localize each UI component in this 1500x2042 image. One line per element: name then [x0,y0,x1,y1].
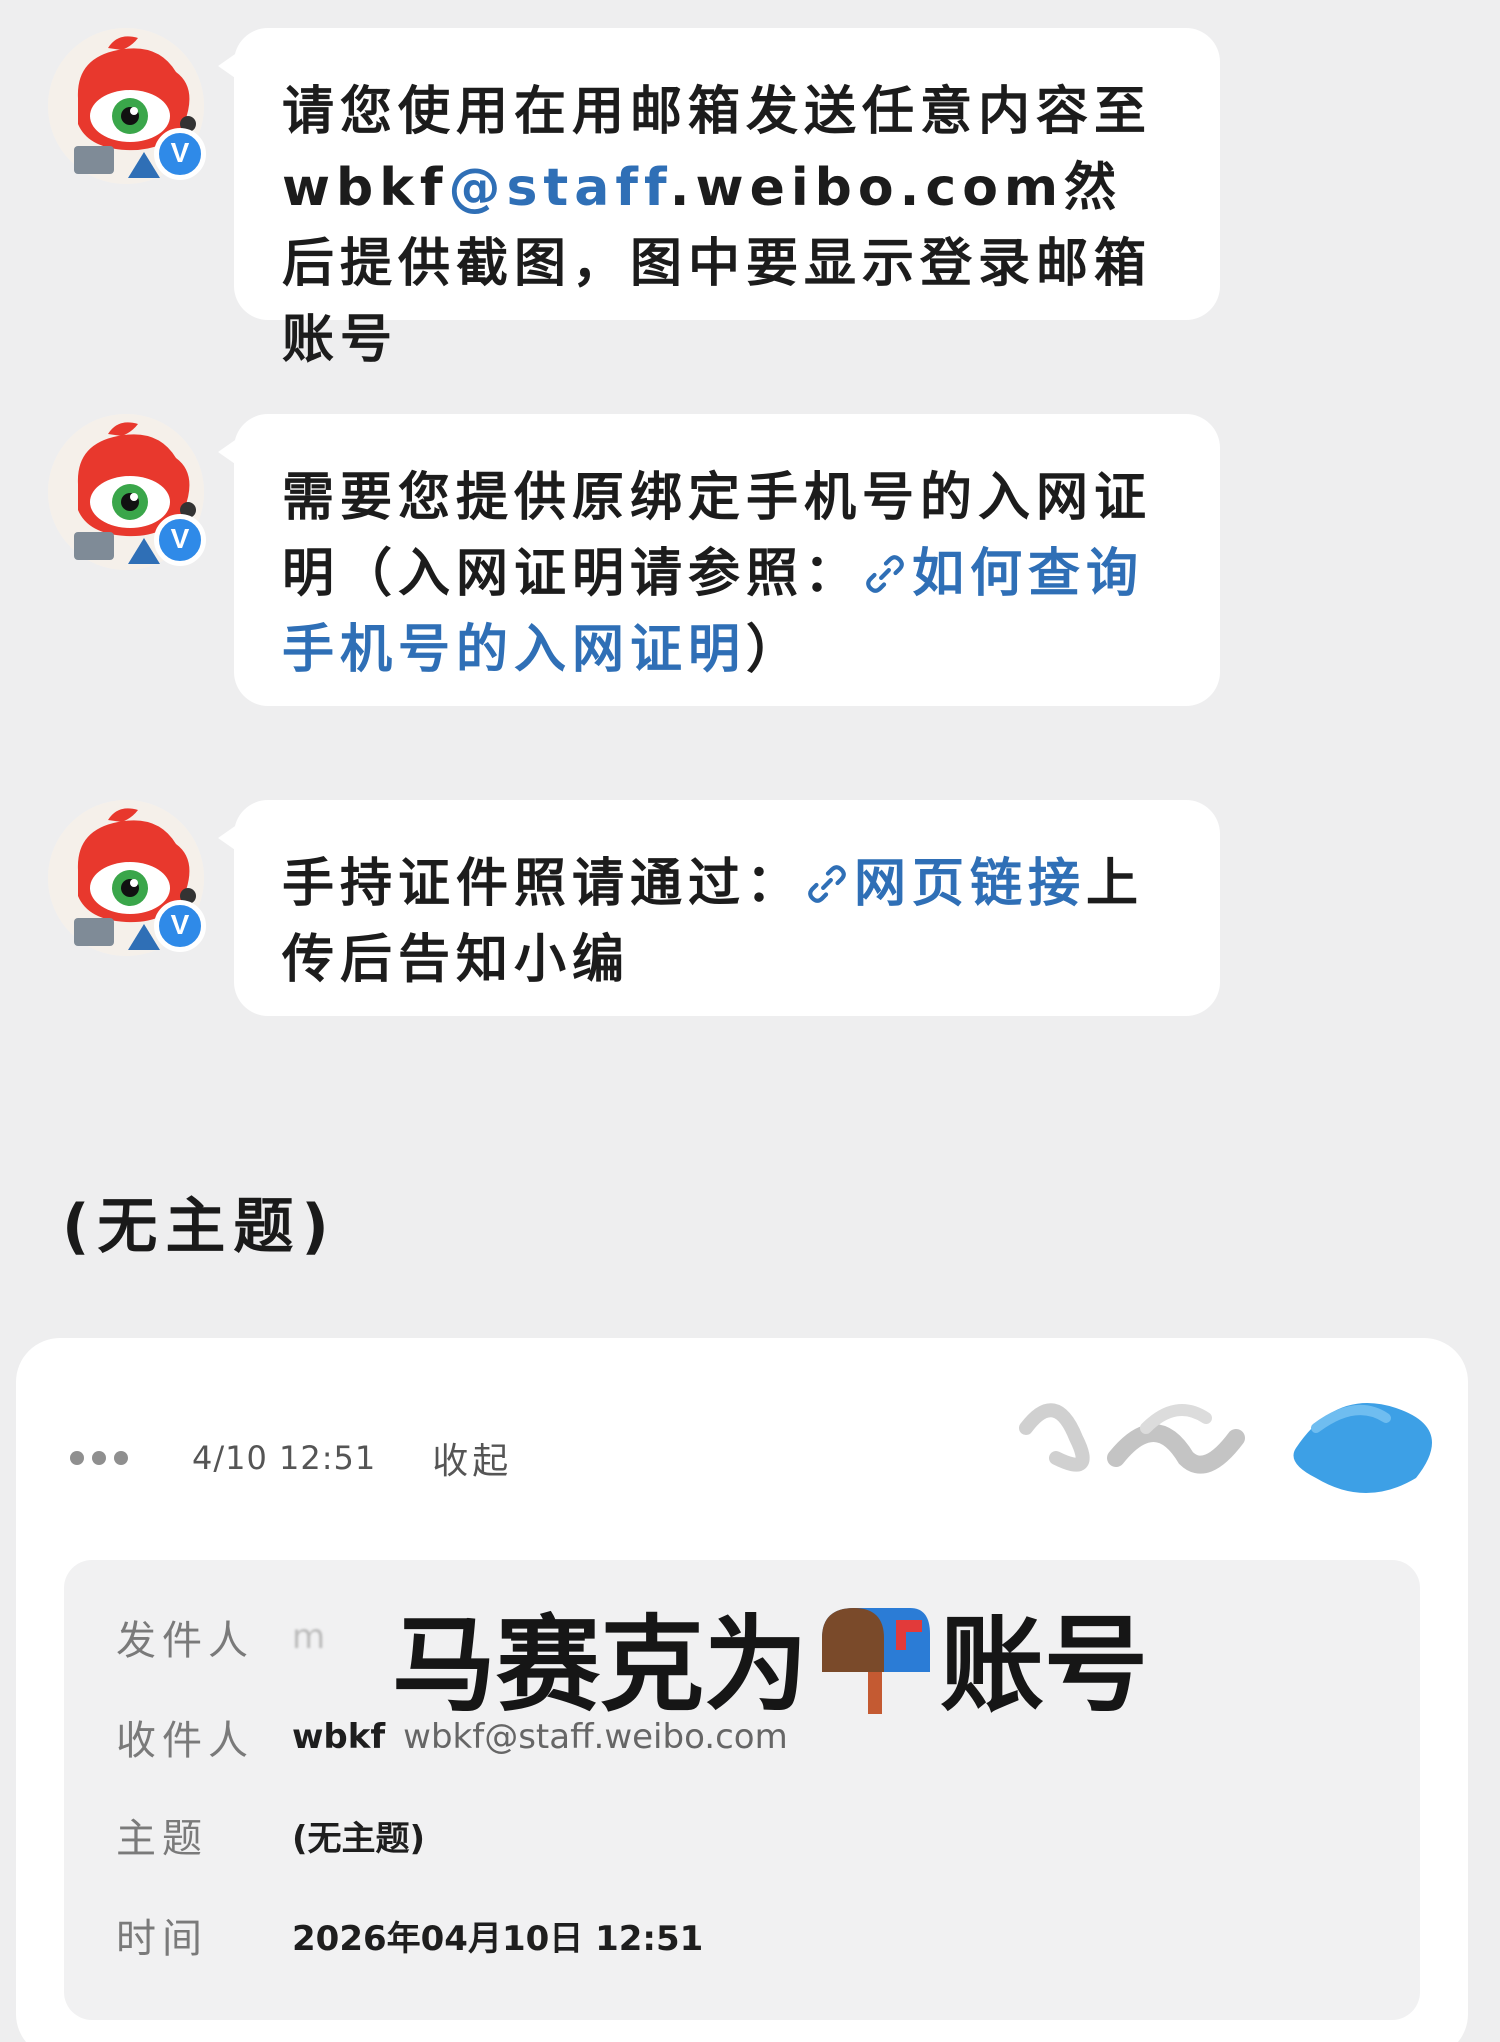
subject-value: (无主题) [292,1818,426,1859]
collapse-button[interactable]: 收起 [432,1432,512,1484]
from-label: 发件人 [116,1618,254,1664]
email-subject-heading: (无主题) [62,1192,337,1262]
message-link[interactable]: @staff [448,158,669,218]
subject-label: 主题 [116,1816,208,1862]
message-text: ） [746,620,805,680]
chat-bubble-2: 需要您提供原绑定手机号的入网证明（入网证明请参照： 如何查询手机号的入网证明） [218,414,1220,706]
more-options-icon[interactable] [70,1451,128,1465]
avatar[interactable]: V [48,800,206,956]
verified-badge-icon: V [154,128,206,180]
chat-bubble-3: 手持证件照请通过： 网页链接上传后告知小编 [218,800,1220,1016]
to-name: wbkf [292,1717,386,1757]
mosaic-annotation: 马赛克为 账号 [392,1580,1148,1731]
message-text: 手持证件照请通过： [282,854,805,914]
mailbox-icon [822,1607,931,1714]
chat-bubble-1: 请您使用在用邮箱发送任意内容至wbkf@staff.weibo.com然后提供截… [218,28,1220,370]
link-icon [866,555,904,593]
avatar[interactable]: V [48,414,206,570]
time-label: 时间 [116,1916,208,1962]
from-row: 发件人 m [116,1608,325,1666]
time-row: 时间 2026年04月10日 12:51 [116,1906,703,1964]
time-value: 2026年04月10日 12:51 [292,1918,704,1959]
link-icon [808,865,846,903]
scribble-mark-icon [1019,1403,1432,1493]
verified-badge-icon: V [154,900,206,952]
to-label: 收件人 [116,1718,254,1764]
avatar[interactable]: V [48,28,206,184]
subject-row: 主题 (无主题) [116,1806,425,1864]
annotation-text: 账号 [940,1604,1149,1726]
from-value-blurred: m [292,1617,326,1657]
web-link[interactable]: 网页链接 [804,854,1086,914]
email-toolbar: 4/10 12:51 收起 [70,1428,512,1488]
annotation-text: 马赛克为 [392,1604,809,1726]
verified-badge-icon: V [154,514,206,566]
email-time: 4/10 12:51 [192,1439,377,1477]
